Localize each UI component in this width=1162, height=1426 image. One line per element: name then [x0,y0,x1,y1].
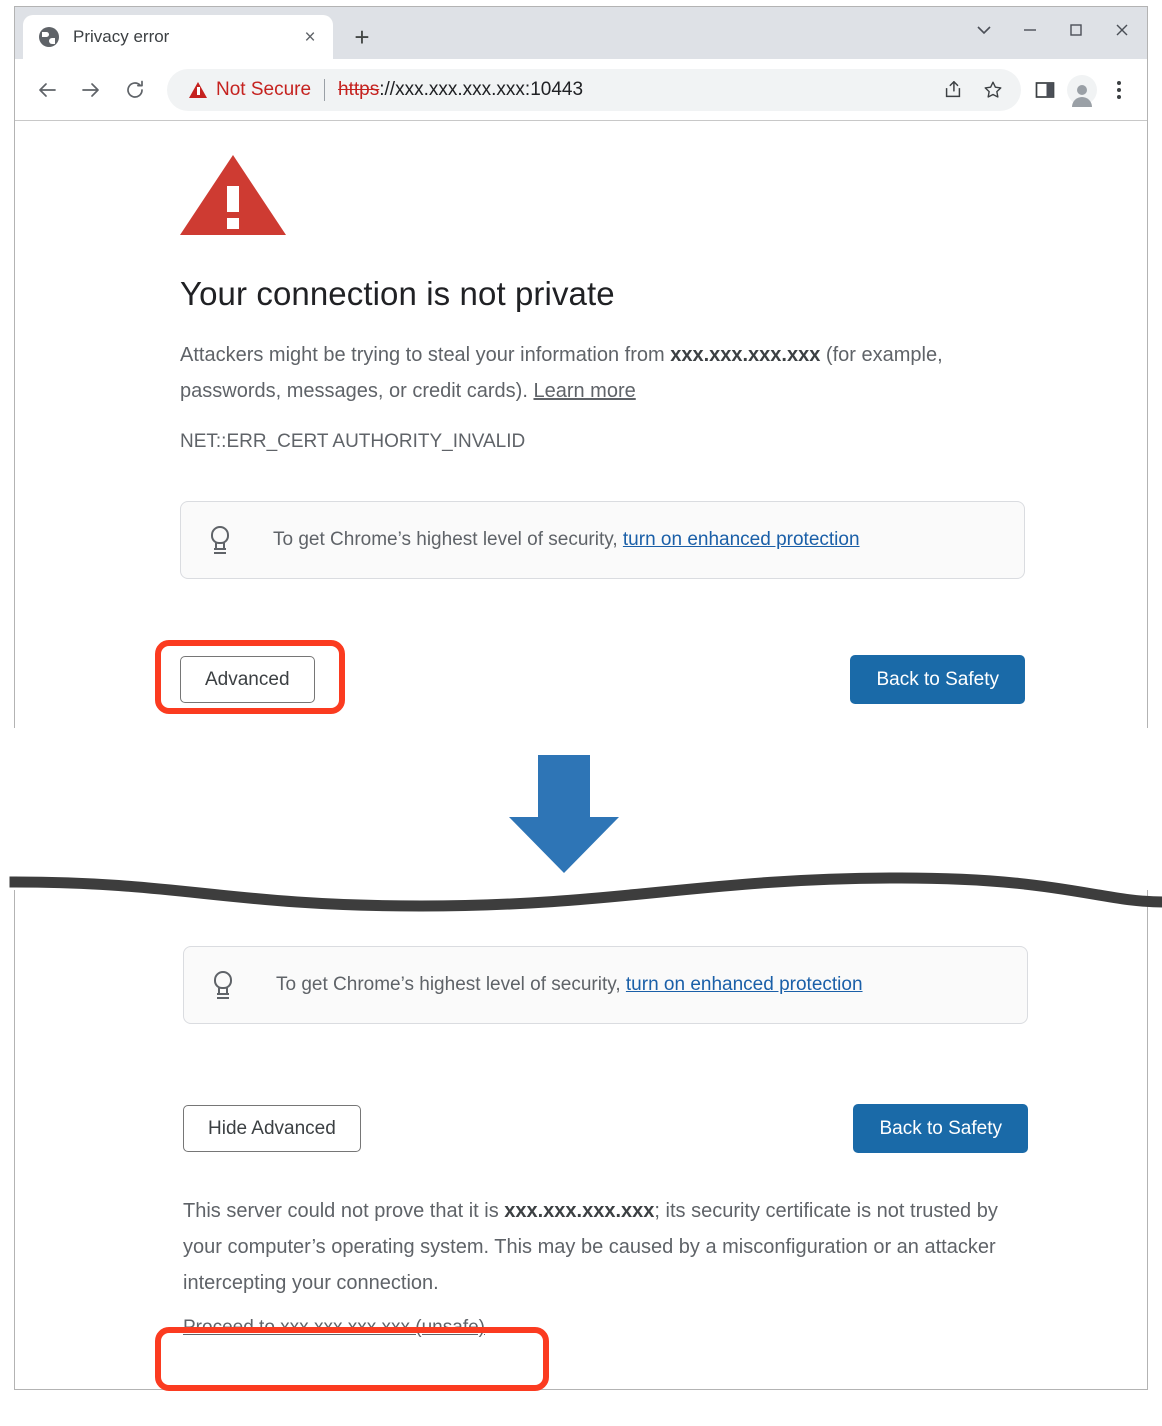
browser-window-expanded: To get Chrome’s highest level of securit… [9,872,1162,1390]
tab-search-icon[interactable] [963,13,1005,47]
url-scheme: https [338,78,380,100]
back-to-safety-button[interactable]: Back to Safety [853,1104,1028,1153]
error-host: xxx.xxx.xxx.xxx [670,344,821,366]
interstitial-content-expanded: To get Chrome’s highest level of securit… [183,946,1028,1339]
omnibox-divider [324,78,326,101]
interstitial-content: Your connection is not private Attackers… [180,155,1025,704]
window-controls [963,13,1143,47]
url-rest: ://xxx.xxx.xxx.xxx:10443 [379,78,584,100]
not-secure-indicator[interactable]: Not Secure [189,79,311,101]
minimize-icon[interactable] [1009,13,1051,47]
browser-window-collapsed: Privacy error × + Not Secure https://xxx… [14,6,1148,875]
blue-down-arrow [0,755,1162,875]
close-window-icon[interactable] [1101,13,1143,47]
tab-strip: Privacy error × + [15,7,1147,59]
enhanced-protection-tip: To get Chrome’s highest level of securit… [180,501,1025,579]
bookmark-star-icon[interactable] [975,72,1011,108]
warning-triangle-icon [189,81,207,98]
side-panel-icon[interactable] [1027,72,1063,108]
globe-icon [39,27,59,47]
browser-tab[interactable]: Privacy error × [23,15,333,59]
tip-text-lead: To get Chrome’s highest level of securit… [276,974,626,995]
enhanced-protection-link[interactable]: turn on enhanced protection [623,529,860,550]
learn-more-link[interactable]: Learn more [533,380,635,402]
tab-close-icon[interactable]: × [297,24,323,50]
detail-prefix: This server could not prove that it is [183,1200,505,1222]
warning-triangle-icon [180,155,286,235]
interstitial-page-expanded: To get Chrome’s highest level of securit… [15,890,1147,1339]
error-description: Attackers might be trying to steal your … [180,337,1025,409]
detail-host: xxx.xxx.xxx.xxx [504,1200,655,1222]
tab-title: Privacy error [73,27,170,46]
enhanced-protection-tip: To get Chrome’s highest level of securit… [183,946,1028,1024]
profile-avatar[interactable] [1067,74,1097,107]
back-to-safety-button[interactable]: Back to Safety [850,655,1025,704]
enhanced-protection-link[interactable]: turn on enhanced protection [626,974,863,995]
url-text: https://xxx.xxx.xxx.xxx:10443 [338,79,583,101]
lightbulb-icon [209,526,231,554]
three-dot-menu-icon[interactable] [1101,72,1137,108]
tip-text: To get Chrome’s highest level of securit… [273,529,860,551]
address-bar[interactable]: Not Secure https://xxx.xxx.xxx.xxx:10443 [167,68,1021,111]
action-buttons-expanded: Hide Advanced Back to Safety [183,1104,1028,1153]
omnibox-actions [935,72,1011,108]
advanced-button[interactable]: Advanced [180,656,315,703]
browser-toolbar: Not Secure https://xxx.xxx.xxx.xxx:10443 [15,59,1147,121]
tip-text-lead: To get Chrome’s highest level of securit… [273,529,623,550]
hide-advanced-button[interactable]: Hide Advanced [183,1105,361,1152]
share-icon[interactable] [935,72,971,108]
error-description-prefix: Attackers might be trying to steal your … [180,344,671,366]
back-icon[interactable] [25,68,69,112]
not-secure-label: Not Secure [216,78,312,100]
page-title: Your connection is not private [180,275,615,312]
certificate-detail-text: This server could not prove that it is x… [183,1193,1028,1301]
action-buttons: Advanced Back to Safety [180,655,1025,704]
tip-text: To get Chrome’s highest level of securit… [276,974,863,996]
proceed-unsafe-link[interactable]: Proceed to xxx.xxx.xxx.xxx (unsafe) [183,1317,485,1339]
maximize-icon[interactable] [1055,13,1097,47]
forward-icon[interactable] [69,68,113,112]
new-tab-button[interactable]: + [345,20,379,54]
reload-icon[interactable] [113,68,157,112]
lightbulb-icon [212,971,234,999]
error-code: NET::ERR_CERT AUTHORITY_INVALID [180,431,526,452]
